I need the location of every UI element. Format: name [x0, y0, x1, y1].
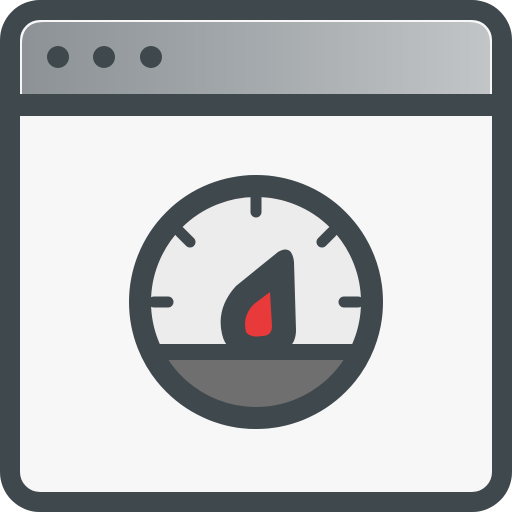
- browser-speed-gauge-icon: [0, 0, 512, 512]
- icon-svg: [0, 0, 512, 512]
- window-dot-icon: [93, 46, 115, 68]
- gauge-tick: [316, 226, 338, 248]
- gauge-tick: [174, 226, 196, 248]
- speedometer-icon: [129, 175, 383, 429]
- title-bar-divider: [20, 94, 492, 116]
- title-bar: [22, 22, 490, 104]
- window-dot-icon: [140, 46, 162, 68]
- window-dot-icon: [47, 46, 69, 68]
